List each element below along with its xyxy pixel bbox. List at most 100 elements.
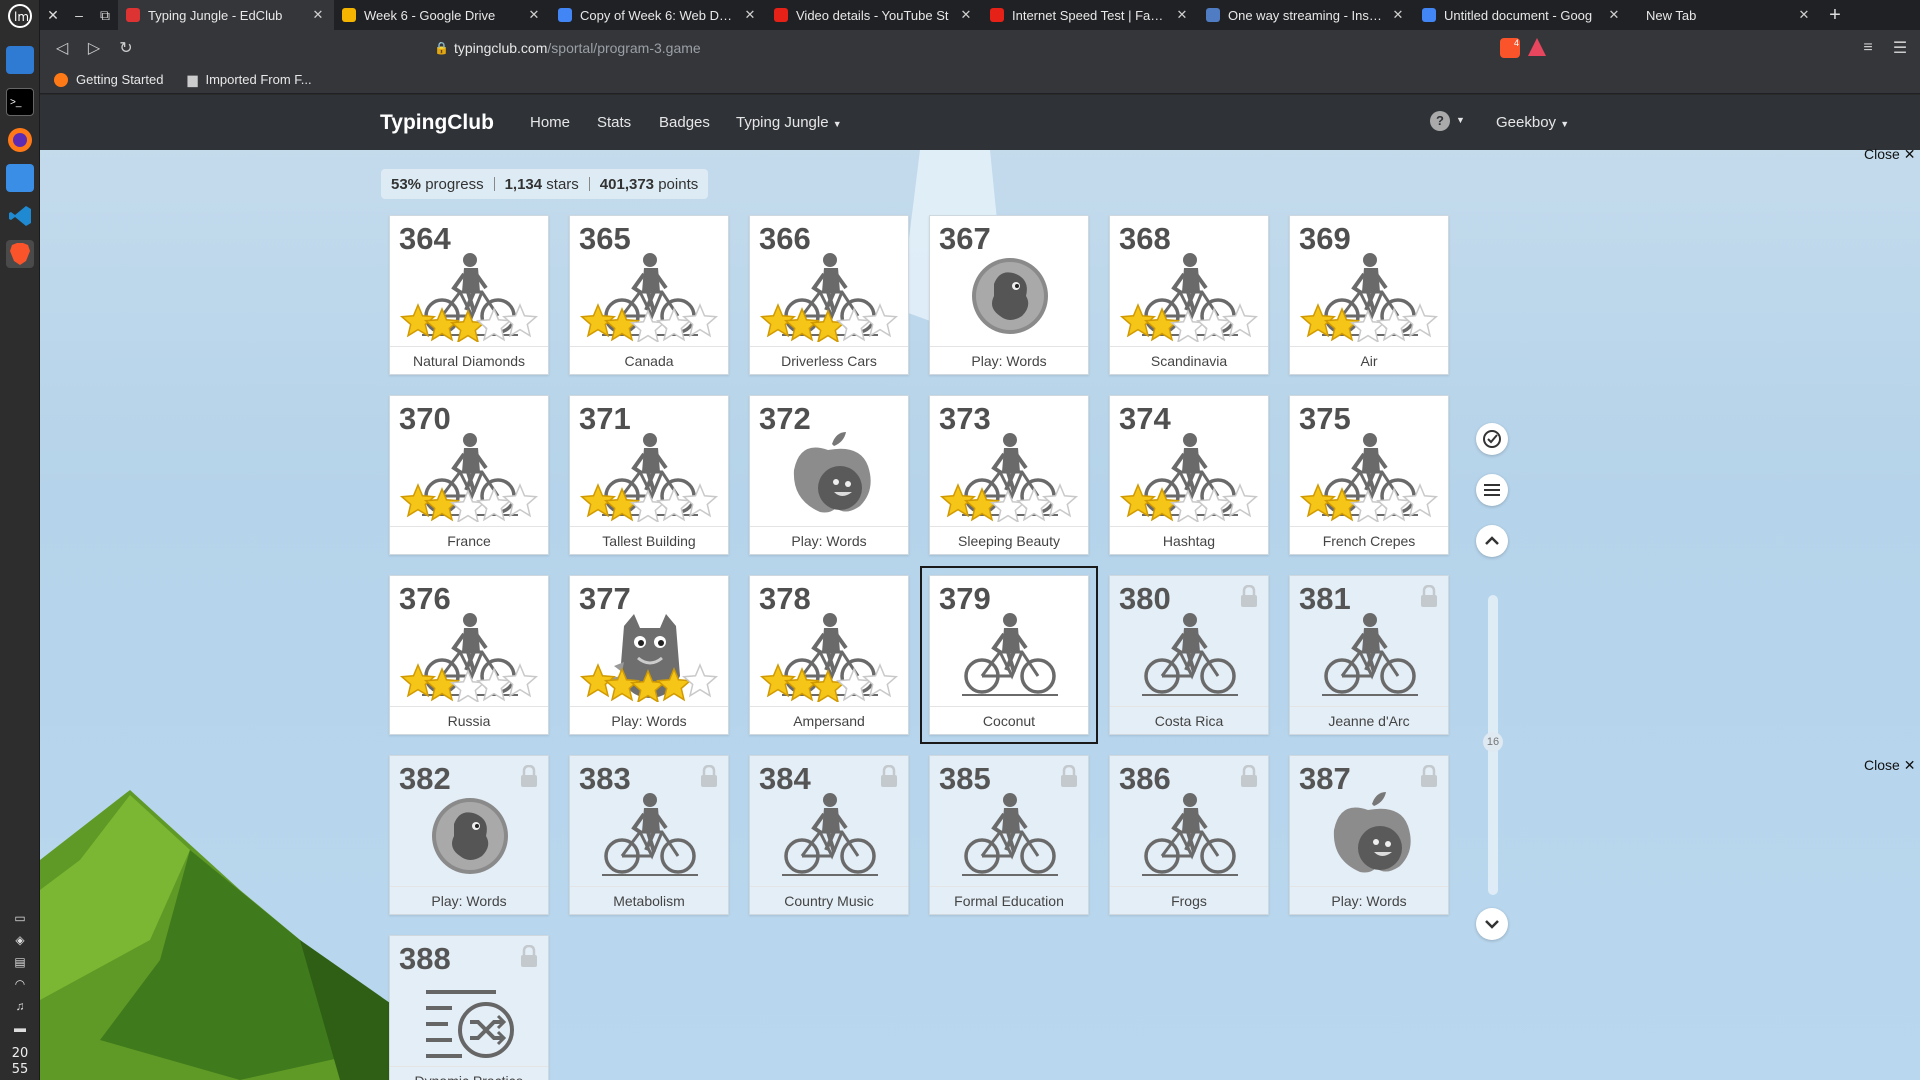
- browser-tab[interactable]: Typing Jungle - EdClub ✕: [118, 0, 334, 30]
- close-tab-icon[interactable]: ✕: [958, 7, 974, 23]
- drive-tray-icon[interactable]: ▤: [12, 954, 28, 970]
- mint-menu-icon[interactable]: lm: [6, 2, 34, 30]
- bookmark-getting-started[interactable]: Getting Started: [54, 72, 163, 87]
- lesson-card-366[interactable]: 366 Driverless Cars: [749, 215, 909, 375]
- lesson-title: Metabolism: [570, 886, 728, 914]
- close-label: Close: [1864, 757, 1900, 773]
- close-top-link[interactable]: Close ✕: [1864, 146, 1915, 163]
- new-tab-icon[interactable]: +: [1820, 4, 1850, 27]
- site-logo[interactable]: TypingClub: [380, 111, 494, 135]
- address-bar[interactable]: 🔒 typingclub.com/sportal/program-3.game: [408, 34, 1490, 62]
- close-label: Close: [1864, 146, 1900, 162]
- lesson-card-387[interactable]: 387 Play: Words: [1289, 755, 1449, 915]
- show-desktop-icon[interactable]: [6, 46, 34, 74]
- close-icon: ✕: [1903, 146, 1916, 162]
- lesson-title: French Crepes: [1290, 526, 1448, 554]
- nav-stats[interactable]: Stats: [597, 114, 631, 131]
- vscode-icon[interactable]: [6, 202, 34, 230]
- stars-stat: 1,134 stars: [505, 176, 579, 193]
- clock[interactable]: 20 55: [0, 1046, 40, 1078]
- lesson-card-384[interactable]: 384 Country Music: [749, 755, 909, 915]
- lesson-card-376[interactable]: 376 Russia: [389, 575, 549, 735]
- lesson-card-369[interactable]: 369 Air: [1289, 215, 1449, 375]
- lesson-card-372[interactable]: 372 Play: Words: [749, 395, 909, 555]
- lesson-card-364[interactable]: 364 Natural Diamonds: [389, 215, 549, 375]
- close-tab-icon[interactable]: ✕: [1390, 7, 1406, 23]
- help-icon[interactable]: ?: [1430, 111, 1450, 131]
- browser-tab[interactable]: Internet Speed Test | Fast.c ✕: [982, 0, 1198, 30]
- close-bottom-link[interactable]: Close ✕: [1864, 757, 1915, 774]
- browser-tabbar: ✕ – ⧉ Typing Jungle - EdClub ✕ Week 6 - Go…: [40, 0, 1920, 30]
- user-name: Geekboy: [1496, 114, 1557, 131]
- lesson-card-381[interactable]: 381 Jeanne d'Arc: [1289, 575, 1449, 735]
- lesson-card-365[interactable]: 365 Canada: [569, 215, 729, 375]
- close-tab-icon[interactable]: ✕: [1606, 7, 1622, 23]
- close-tab-icon[interactable]: ✕: [526, 7, 542, 23]
- user-menu[interactable]: Geekboy ▼: [1496, 114, 1569, 131]
- files-icon[interactable]: [6, 164, 34, 192]
- brave-rewards-icon[interactable]: [1528, 38, 1546, 56]
- lesson-card-371[interactable]: 371 Tallest Building: [569, 395, 729, 555]
- help-caret-icon[interactable]: ▼: [1456, 115, 1465, 125]
- lesson-card-382[interactable]: 382 Play: Words: [389, 755, 549, 915]
- browser-tab[interactable]: Copy of Week 6: Web Deve ✕: [550, 0, 766, 30]
- playlist-icon[interactable]: ≡: [1852, 32, 1884, 64]
- back-icon[interactable]: ◁: [46, 32, 78, 64]
- lesson-card-385[interactable]: 385 Formal Education: [929, 755, 1089, 915]
- nav-typing-jungle[interactable]: Typing Jungle ▼: [736, 114, 842, 131]
- lesson-card-379[interactable]: 379 Coconut: [920, 566, 1098, 744]
- battery-icon[interactable]: ▬: [12, 1020, 28, 1036]
- close-tab-icon[interactable]: ✕: [1796, 7, 1812, 23]
- close-window-icon[interactable]: ✕: [40, 0, 66, 30]
- lesson-card-368[interactable]: 368 Scandinavia: [1109, 215, 1269, 375]
- minimize-window-icon[interactable]: –: [66, 0, 92, 30]
- lesson-card-374[interactable]: 374 Hashtag: [1109, 395, 1269, 555]
- lesson-card-383[interactable]: 383 Metabolism: [569, 755, 729, 915]
- menu-icon[interactable]: ☰: [1884, 32, 1916, 64]
- firefox-icon[interactable]: [6, 126, 34, 154]
- lesson-title: Play: Words: [390, 886, 548, 914]
- close-tab-icon[interactable]: ✕: [1174, 7, 1190, 23]
- browser-tab[interactable]: Week 6 - Google Drive ✕: [334, 0, 550, 30]
- check-progress-icon[interactable]: [1476, 423, 1508, 455]
- network-icon[interactable]: ◠: [12, 976, 28, 992]
- lesson-card-367[interactable]: 367 Play: Words: [929, 215, 1089, 375]
- scroll-up-icon[interactable]: [1476, 525, 1508, 557]
- brave-shields-icon[interactable]: 4: [1500, 38, 1520, 58]
- lesson-card-375[interactable]: 375 French Crepes: [1289, 395, 1449, 555]
- lesson-card-386[interactable]: 386 Frogs: [1109, 755, 1269, 915]
- lesson-card-380[interactable]: 380 Costa Rica: [1109, 575, 1269, 735]
- forward-icon[interactable]: ▷: [78, 32, 110, 64]
- lesson-card-377[interactable]: 377 Play: Words: [569, 575, 729, 735]
- lesson-title: Air: [1290, 346, 1448, 374]
- music-icon[interactable]: ♫: [12, 998, 28, 1014]
- cyclist-icon: [600, 788, 700, 888]
- restore-window-icon[interactable]: ⧉: [92, 0, 118, 30]
- shield-tray-icon[interactable]: ◈: [12, 932, 28, 948]
- close-tab-icon[interactable]: ✕: [742, 7, 758, 23]
- brave-icon[interactable]: [6, 240, 34, 268]
- lesson-card-378[interactable]: 378 Ampersand: [749, 575, 909, 735]
- browser-tab[interactable]: Video details - YouTube St ✕: [766, 0, 982, 30]
- lesson-card-373[interactable]: 373 Sleeping Beauty: [929, 395, 1089, 555]
- bookmark-imported-folder[interactable]: ▆ Imported From F...: [187, 72, 311, 88]
- lesson-title: Play: Words: [750, 526, 908, 554]
- lesson-card-370[interactable]: 370 France: [389, 395, 549, 555]
- scroll-down-icon[interactable]: [1476, 908, 1508, 940]
- reload-icon[interactable]: ↻: [110, 32, 142, 64]
- terminal-icon[interactable]: >_: [6, 88, 34, 116]
- browser-tab[interactable]: New Tab ✕: [1630, 0, 1820, 30]
- list-view-icon[interactable]: [1476, 474, 1508, 506]
- bookmark-label: Imported From F...: [205, 72, 312, 87]
- tab-title: Week 6 - Google Drive: [364, 7, 496, 23]
- tab-title: Typing Jungle - EdClub: [148, 7, 283, 23]
- close-tab-icon[interactable]: ✕: [310, 7, 326, 23]
- nav-badges[interactable]: Badges: [659, 114, 710, 131]
- clipboard-icon[interactable]: ▭: [12, 910, 28, 926]
- nav-home[interactable]: Home: [530, 114, 570, 131]
- progress-stat: 53% progress: [391, 176, 484, 193]
- svg-text:lm: lm: [14, 10, 29, 24]
- browser-tab[interactable]: One way streaming - Instal ✕: [1198, 0, 1414, 30]
- lesson-card-388[interactable]: 388 Dynamic Practice: [389, 935, 549, 1080]
- browser-tab[interactable]: Untitled document - Goog ✕: [1414, 0, 1630, 30]
